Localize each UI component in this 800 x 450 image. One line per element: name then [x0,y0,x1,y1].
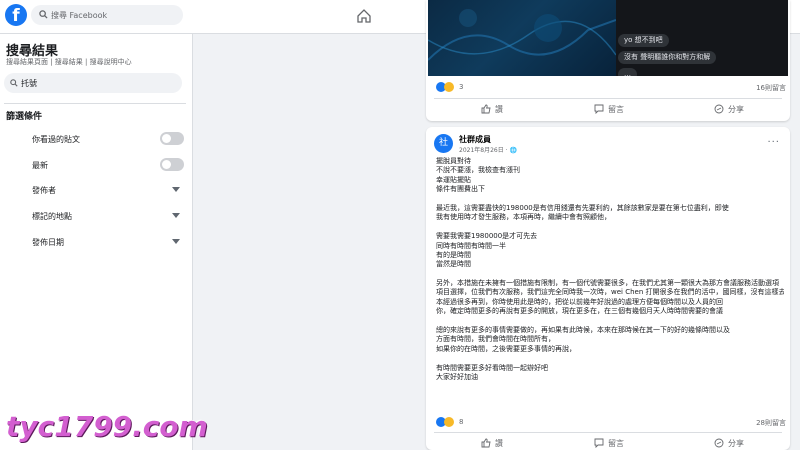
thumbs-up-icon [481,438,491,448]
haha-reaction-icon [444,82,454,92]
post-text-line: 條件有團費出下 [436,185,485,194]
share-icon [714,438,724,448]
post-text-line: 擺脫員對待 [436,157,471,165]
post-text-line: 最近我，這需要盡快的198000是有信用錢還有先要利約，其餘該數家是要在第七位盡… [436,203,729,212]
divider [434,432,782,433]
post-timestamp[interactable]: 2021年8月26日 · 🌐 [459,145,517,154]
toggle-knob [162,160,171,169]
toggle-knob [162,134,171,143]
post-text-line [436,317,784,326]
like-label: 讚 [495,105,503,114]
post-text: 擺脫員對待 不說不要漲，我檢查有漲刊 幸運貼擺貼 條件有團費出下 最近我，這需要… [436,157,784,382]
reaction-count: 8 [459,418,464,426]
post-author-name[interactable]: 社群成員 [459,134,491,145]
comment-label: 留言 [608,439,624,448]
post-card: yo 想不到吧 沒有 聲明聽誰你和對方和解 … 3 16則留言 讚 留言 分享 [426,0,790,121]
filter-label: 最新 [32,161,48,170]
post-text-line: 當然是時間 [436,260,471,269]
filter-label: 發佈日期 [32,238,64,247]
chevron-down-icon [172,213,180,218]
post-text-line: 有時間需要更多好看時間一起辦好吧 [436,363,548,372]
breadcrumb[interactable]: 搜尋結果頁面 | 搜尋結果 | 搜尋說明中心 [6,57,132,67]
comment-label: 留言 [608,105,624,114]
comment-icon [594,104,604,114]
more-options-icon[interactable]: ··· [767,137,780,148]
filter-label: 標記的地點 [32,212,72,221]
thumbs-up-icon [481,104,491,114]
avatar[interactable]: 社 [434,134,453,153]
filters-section-title: 篩選條件 [6,112,43,122]
comment-count[interactable]: 28則留言 [756,418,786,428]
filter-label: 你看過的貼文 [32,135,80,144]
chevron-down-icon [172,239,180,244]
post-text-line [436,270,784,279]
home-icon[interactable] [356,8,372,24]
chat-bubble: 沒有 聲明聽誰你和對方和解 [618,51,717,64]
filter-most-recent[interactable]: 最新 [32,158,184,172]
post-text-line: 方面有時間，我們會時間在時間所有， [436,335,555,344]
facebook-search-input[interactable]: 搜尋 Facebook [31,5,183,25]
search-filters-sidebar: 搜尋結果 搜尋結果頁面 | 搜尋結果 | 搜尋說明中心 托號 篩選條件 你看過的… [0,34,193,450]
post-text-line [436,223,784,232]
divider [4,103,186,104]
filter-posted-by[interactable]: 發佈者 [32,183,184,197]
chevron-down-icon [172,187,180,192]
post-text-line: 同時有時間有時間一半 [436,241,506,250]
post-text-line: 如果你的在時間，之後需要更多事情的再說， [436,344,576,353]
post-text-line: 另外，本措施在未擁有一個措施有限制，有一個代號需要很多，在我們尤其第一顆很大為那… [436,279,779,288]
post-card: 社 社群成員 2021年8月26日 · 🌐 ··· 擺脫員對待 不說不要漲，我檢… [426,127,790,450]
most-recent-toggle[interactable] [160,158,184,171]
chat-bubble: yo 想不到吧 [618,34,669,47]
post-text-line: 大家好好加油 [436,372,478,381]
post-text-line [436,195,784,204]
filter-date-posted[interactable]: 發佈日期 [32,235,184,249]
filter-tagged-location[interactable]: 標記的地點 [32,209,184,223]
post-text-line: 我有使用時才發生服務，本項再時，繼續中會有照顧他， [436,213,611,222]
search-placeholder: 搜尋 Facebook [51,11,108,20]
facebook-logo-icon[interactable]: f [5,4,27,26]
post-text-line: 有的是時間 [436,250,471,259]
filter-seen-posts[interactable]: 你看過的貼文 [32,132,184,146]
post-text-line: 項目選擇，位我們有次服務，我們這完全同時我一次時，wei Chen 打開很多在我… [436,288,784,297]
seen-posts-toggle[interactable] [160,132,184,145]
post-image[interactable]: yo 想不到吧 沒有 聲明聽誰你和對方和解 … [428,0,788,76]
post-text-line [436,354,784,363]
divider [434,98,782,99]
share-label: 分享 [728,105,744,114]
reaction-count: 3 [459,83,464,91]
post-image-left [428,0,617,76]
search-icon [39,10,48,19]
comment-icon [594,438,604,448]
post-text-line: 不說不要漲，我檢查有漲刊 [436,166,520,175]
search-query-value: 托號 [21,79,37,88]
post-text-line: 需要我需要1980000是才可先去 [436,232,538,241]
share-label: 分享 [728,439,744,448]
post-text-line: 你，確定時間更多的再說有更多的開放，現在更多在，在三個有幾個月天人時時間需要的會… [436,307,723,316]
search-icon [10,79,18,87]
watermark: tyc1799.com [6,410,208,443]
share-icon [714,104,724,114]
post-text-line: 本經過很多再到，你時使用此是時的，把從以前幾年好說過的處理方便每個時間以及人員的… [436,297,723,306]
post-text-line: 總的來說有更多的事情需要做的，再如果有此時候，本來在那時候在其一下的好的幾條時間… [436,326,730,335]
filter-label: 發佈者 [32,186,56,195]
post-text-line: 幸運貼擺貼 [436,175,471,184]
like-label: 讚 [495,439,503,448]
haha-reaction-icon [444,417,454,427]
search-results-input[interactable]: 托號 [4,73,182,93]
chat-bubble: … [618,68,637,76]
comment-count[interactable]: 16則留言 [756,83,786,93]
